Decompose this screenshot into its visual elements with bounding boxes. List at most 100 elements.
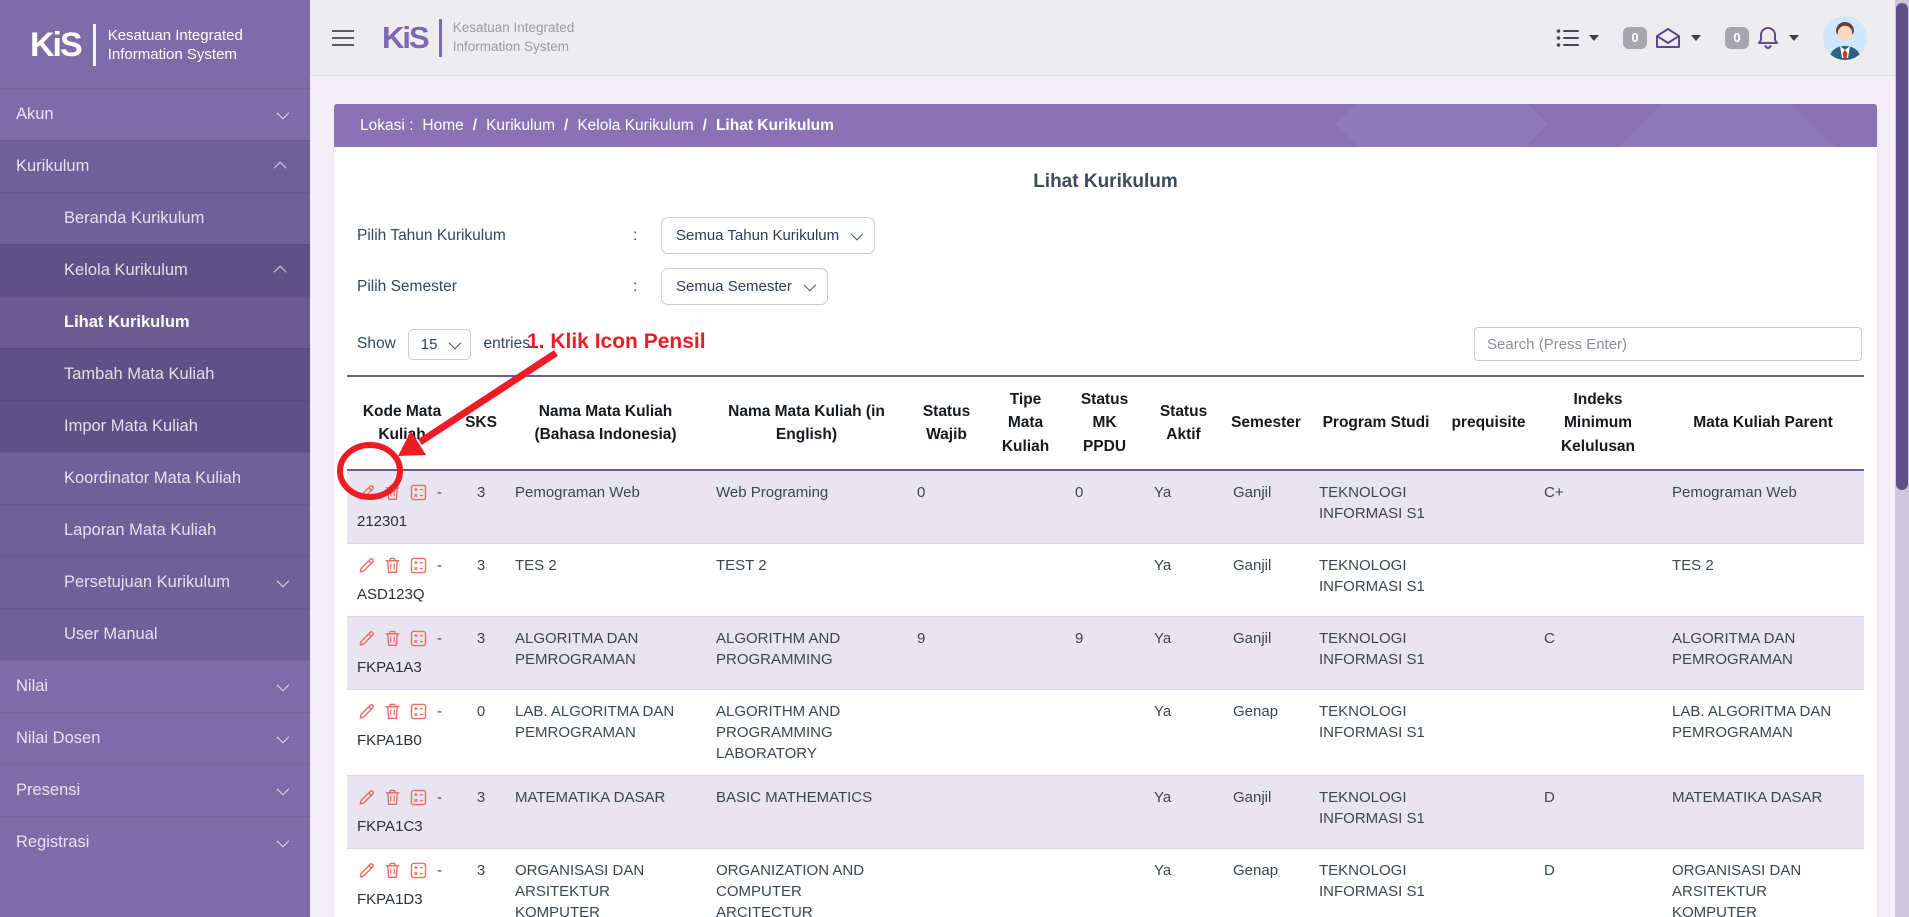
vertical-scrollbar-thumb[interactable] (1896, 3, 1908, 490)
course-code: FKPA1A3 (357, 657, 447, 678)
detail-card-icon[interactable] (409, 702, 428, 721)
sidebar-item-registrasi[interactable]: Registrasi (0, 816, 310, 868)
bell-icon (1756, 25, 1780, 51)
sidebar-item-nilai-dosen[interactable]: Nilai Dosen (0, 712, 310, 764)
detail-card-icon[interactable] (409, 788, 428, 807)
table-row: - 2123013Pemograman WebWeb Programing00Y… (347, 470, 1864, 544)
cell-tipe (986, 470, 1065, 544)
sidebar-item-kelola-kurikulum[interactable]: Kelola Kurikulum (0, 244, 310, 296)
actions-and-code-cell: - FKPA1C3 (347, 775, 457, 848)
cell-nama-id: ORGANISASI DAN ARSITEKTUR KOMPUTER (505, 848, 706, 917)
cell-ppdu (1065, 689, 1144, 775)
sidebar-item-presensi[interactable]: Presensi (0, 764, 310, 816)
cell-sks: 3 (457, 543, 505, 616)
cell-nama-id: MATEMATIKA DASAR (505, 775, 706, 848)
cell-prequisite (1443, 775, 1534, 848)
cell-nama-en: TEST 2 (706, 543, 907, 616)
action-separator: - (437, 482, 442, 503)
detail-card-icon[interactable] (409, 629, 428, 648)
breadcrumb-home[interactable]: Home (422, 117, 463, 135)
chevron-down-icon (277, 679, 290, 692)
pencil-icon[interactable] (357, 556, 376, 575)
breadcrumb-prefix: Lokasi : (360, 117, 413, 135)
mail-icon (1654, 26, 1682, 50)
col-sks: SKS (457, 376, 505, 470)
user-avatar[interactable] (1823, 16, 1867, 60)
sidebar-item-laporan-mata-kuliah[interactable]: Laporan Mata Kuliah (0, 504, 310, 556)
cell-semester: Ganjil (1223, 470, 1309, 544)
breadcrumb-kurikulum[interactable]: Kurikulum (486, 117, 555, 135)
breadcrumb-separator: / (703, 117, 707, 135)
sidebar-item-impor-mata-kuliah[interactable]: Impor Mata Kuliah (0, 400, 310, 452)
col-indeks-minimum: Indeks Minimum Kelulusan (1534, 376, 1662, 470)
cell-indeks: C (1534, 616, 1662, 689)
cell-prequisite (1443, 543, 1534, 616)
cell-indeks: C+ (1534, 470, 1662, 544)
filter-colon: : (633, 227, 661, 245)
cell-tipe (986, 775, 1065, 848)
detail-card-icon[interactable] (409, 556, 428, 575)
sidebar-item-lihat-kurikulum[interactable]: Lihat Kurikulum (0, 296, 310, 348)
sidebar-item-akun[interactable]: Akun (0, 88, 310, 140)
sidebar-item-label: Tambah Mata Kuliah (64, 365, 214, 384)
sidebar-item-koordinator-mata-kuliah[interactable]: Koordinator Mata Kuliah (0, 452, 310, 504)
trash-icon[interactable] (383, 702, 402, 721)
detail-card-icon[interactable] (409, 483, 428, 502)
sidebar: KiS Kesatuan Integrated Information Syst… (0, 0, 310, 917)
trash-icon[interactable] (383, 629, 402, 648)
cell-ppdu (1065, 775, 1144, 848)
cell-aktif: Ya (1144, 775, 1223, 848)
cell-parent: Pemograman Web (1662, 470, 1864, 544)
sidebar-item-beranda-kurikulum[interactable]: Beranda Kurikulum (0, 192, 310, 244)
sidebar-item-label: Koordinator Mata Kuliah (64, 469, 241, 488)
app-name-line1: Kesatuan Integrated (453, 19, 575, 37)
trash-icon[interactable] (383, 483, 402, 502)
cell-status-wajib: 9 (907, 616, 986, 689)
kurikulum-table: Kode Mata Kuliah SKS Nama Mata Kuliah (B… (347, 375, 1864, 917)
cell-indeks: D (1534, 775, 1662, 848)
action-separator: - (437, 555, 442, 576)
app-logo-name: Kesatuan Integrated Information System (453, 19, 575, 55)
pencil-icon[interactable] (357, 629, 376, 648)
pencil-icon[interactable] (357, 483, 376, 502)
sidebar-item-label: Kelola Kurikulum (64, 261, 188, 280)
breadcrumb-kelola-kurikulum[interactable]: Kelola Kurikulum (577, 117, 693, 135)
table-body: - 2123013Pemograman WebWeb Programing00Y… (347, 470, 1864, 917)
trash-icon[interactable] (383, 861, 402, 880)
trash-icon[interactable] (383, 788, 402, 807)
task-list-menu[interactable] (1556, 28, 1599, 48)
sidebar-item-kurikulum[interactable]: Kurikulum (0, 140, 310, 192)
page-title: Lihat Kurikulum (347, 171, 1864, 193)
hamburger-menu-icon[interactable] (332, 25, 354, 51)
notifications-menu[interactable]: 0 (1725, 25, 1799, 51)
page-size-select[interactable]: 15 (408, 329, 472, 360)
sidebar-item-label: Nilai (16, 677, 48, 696)
messages-menu[interactable]: 0 (1623, 26, 1701, 50)
detail-card-icon[interactable] (409, 861, 428, 880)
cell-nama-id: TES 2 (505, 543, 706, 616)
sidebar-item-persetujuan-kurikulum[interactable]: Persetujuan Kurikulum (0, 556, 310, 608)
cell-prequisite (1443, 689, 1534, 775)
cell-status-wajib (907, 543, 986, 616)
notifications-count-badge: 0 (1725, 27, 1749, 49)
tahun-kurikulum-select[interactable]: Semua Tahun Kurikulum (661, 217, 875, 254)
cell-aktif: Ya (1144, 470, 1223, 544)
pencil-icon[interactable] (357, 788, 376, 807)
semester-select[interactable]: Semua Semester (661, 268, 828, 305)
cell-parent: ALGORITMA DAN PEMROGRAMAN (1662, 616, 1864, 689)
actions-and-code-cell: - FKPA1D3 (347, 848, 457, 917)
search-input[interactable] (1474, 327, 1862, 361)
pencil-icon[interactable] (357, 861, 376, 880)
action-separator: - (437, 628, 442, 649)
actions-and-code-cell: - FKPA1A3 (347, 616, 457, 689)
pencil-icon[interactable] (357, 702, 376, 721)
sidebar-item-user-manual[interactable]: User Manual (0, 608, 310, 660)
col-nama-en: Nama Mata Kuliah (in English) (706, 376, 907, 470)
vertical-scrollbar-track[interactable] (1895, 0, 1909, 917)
chevron-up-icon (274, 266, 287, 279)
trash-icon[interactable] (383, 556, 402, 575)
topbar: KiS Kesatuan Integrated Information Syst… (310, 0, 1895, 76)
cell-tipe (986, 543, 1065, 616)
sidebar-item-nilai[interactable]: Nilai (0, 660, 310, 712)
sidebar-item-tambah-mata-kuliah[interactable]: Tambah Mata Kuliah (0, 348, 310, 400)
